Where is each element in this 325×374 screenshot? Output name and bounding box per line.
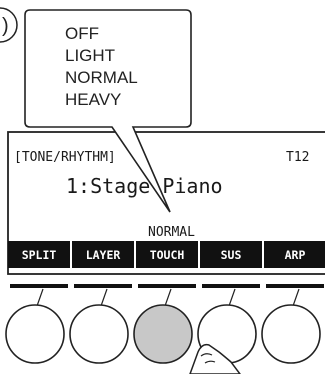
button-leader-split [36,288,44,307]
layer-button[interactable] [69,304,129,364]
lcd-header-right: T12 [286,150,309,165]
button-indicator-arp [266,284,324,288]
button-leader-sus [228,288,236,307]
split-button[interactable] [5,304,65,364]
lcd-header-left: [TONE/RHYTHM] [14,150,116,165]
callout-option-normal: NORMAL [65,68,138,87]
button-indicator-split [10,284,68,288]
button-leader-touch [164,288,172,307]
callout-option-light: LIGHT [65,46,115,65]
step-marker: ) [0,7,18,43]
softkey-label-touch: TOUCH [150,248,185,262]
button-leader-arp [292,288,300,307]
softkey-separator [262,241,264,268]
button-leader-layer [100,288,108,307]
arp-button[interactable] [261,304,321,364]
callout-option-heavy: HEAVY [65,90,121,109]
softkey-label-layer: LAYER [86,248,121,262]
button-indicator-sus [202,284,260,288]
softkey-separator [70,241,72,268]
lcd-setting-value: NORMAL [148,225,195,240]
touch-button[interactable] [133,304,193,364]
callout-option-off: OFF [65,24,99,43]
softkey-separator [198,241,200,268]
lcd-tone-name: 1:Stage Piano [66,174,223,198]
button-indicator-layer [74,284,132,288]
step-marker-label: ) [2,15,9,37]
softkey-separator [134,241,136,268]
instruction-illustration: ) [TONE/RHYTHM] T12 1:Stage Piano NORMAL… [0,7,325,374]
function-buttons [5,284,324,364]
button-indicator-touch [138,284,196,288]
softkey-bar: SPLIT LAYER TOUCH SUS ARP [8,241,325,268]
softkey-label-arp: ARP [285,248,306,262]
softkey-label-sus: SUS [221,248,242,262]
softkey-label-split: SPLIT [22,248,57,262]
